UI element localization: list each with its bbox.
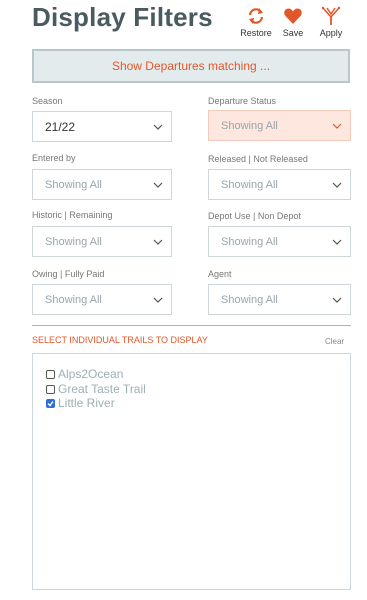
departure-status-select[interactable]: Showing All (208, 110, 351, 141)
show-departures-banner[interactable]: Show Departures matching ... (32, 49, 350, 83)
depot-use-select[interactable]: Showing All (208, 226, 351, 257)
depot-use-label: Depot Use | Non Depot (208, 211, 301, 221)
released-value: Showing All (221, 178, 278, 191)
chevron-down-icon (153, 297, 163, 303)
trail-label: Great Taste Trail (58, 382, 146, 396)
historic-select[interactable]: Showing All (32, 226, 172, 257)
trails-heading: SELECT INDIVIDUAL TRAILS TO DISPLAY (32, 335, 208, 345)
released-label: Released | Not Released (208, 154, 308, 164)
trail-item-great-taste-trail[interactable]: Great Taste Trail (46, 382, 146, 396)
chevron-down-icon (153, 182, 163, 188)
checkmark-icon (47, 400, 54, 407)
filter-apply-icon (321, 6, 341, 25)
agent-label: Agent (208, 269, 232, 279)
chevron-down-icon (153, 239, 163, 245)
agent-select[interactable]: Showing All (208, 284, 351, 315)
chevron-down-icon (153, 124, 163, 130)
section-divider (32, 325, 351, 326)
restore-label: Restore (240, 28, 272, 38)
trail-label: Little River (58, 396, 115, 410)
restore-icon (248, 8, 264, 24)
chevron-down-icon (332, 182, 342, 188)
trail-label: Alps2Ocean (58, 367, 124, 381)
agent-value: Showing All (221, 293, 278, 306)
departure-status-label: Departure Status (208, 96, 277, 106)
save-label: Save (282, 28, 304, 38)
entered-by-value: Showing All (45, 178, 102, 191)
checkbox[interactable] (46, 369, 55, 379)
checkbox-checked[interactable] (46, 398, 55, 408)
clear-button[interactable]: Clear (325, 337, 344, 346)
heart-icon (284, 8, 302, 24)
released-select[interactable]: Showing All (208, 169, 351, 200)
owing-value: Showing All (45, 293, 102, 306)
chevron-down-icon (332, 123, 342, 129)
apply-button[interactable]: Apply (311, 6, 351, 38)
trail-item-alps2ocean[interactable]: Alps2Ocean (46, 367, 123, 381)
season-label: Season (32, 96, 63, 106)
chevron-down-icon (332, 239, 342, 245)
save-button[interactable]: Save (273, 6, 313, 38)
owing-select[interactable]: Showing All (32, 284, 172, 315)
entered-by-label: Entered by (32, 153, 76, 163)
restore-button[interactable]: Restore (236, 6, 276, 38)
departure-status-value: Showing All (221, 119, 278, 132)
historic-value: Showing All (45, 235, 102, 248)
page-title: Display Filters (32, 2, 213, 32)
checkbox[interactable] (46, 384, 55, 394)
trails-list: Alps2Ocean Great Taste Trail Little Rive… (32, 353, 351, 590)
chevron-down-icon (332, 297, 342, 303)
owing-label: Owing | Fully Paid (32, 269, 105, 279)
entered-by-select[interactable]: Showing All (32, 169, 172, 200)
depot-use-value: Showing All (221, 235, 278, 248)
historic-label: Historic | Remaining (32, 210, 113, 220)
banner-text: Show Departures matching ... (111, 59, 271, 73)
trail-item-little-river[interactable]: Little River (46, 396, 115, 410)
season-select[interactable]: 21/22 (32, 111, 172, 142)
apply-label: Apply (319, 28, 343, 38)
season-value: 21/22 (45, 119, 76, 134)
